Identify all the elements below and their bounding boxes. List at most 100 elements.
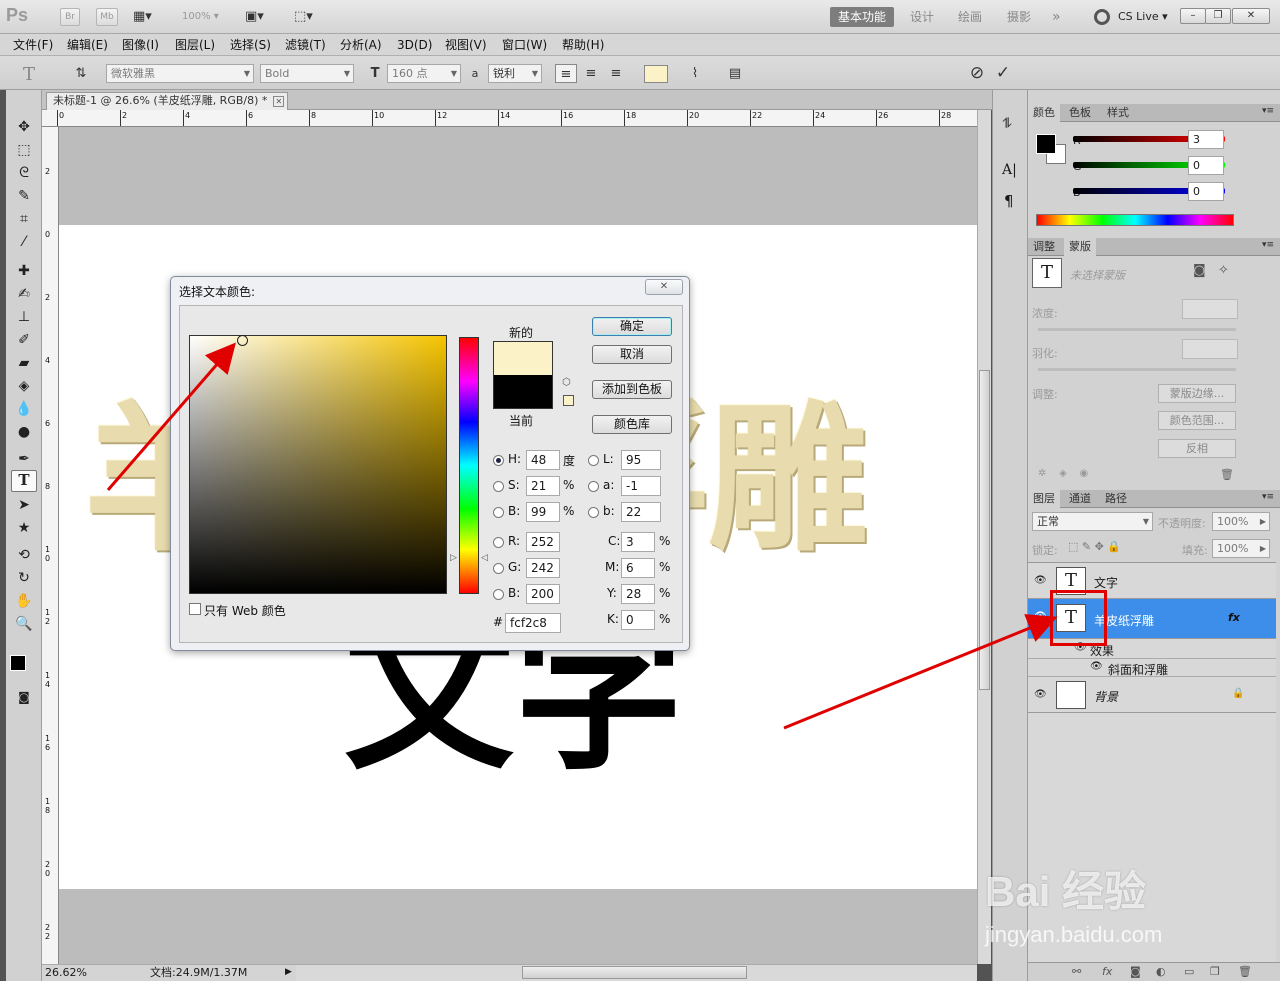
lab-b-radio[interactable] bbox=[588, 507, 599, 518]
dialog-close-button[interactable]: ✕ bbox=[645, 279, 683, 295]
anti-alias-dropdown[interactable]: 锐利 ▼ bbox=[488, 64, 542, 83]
screen-mode-icon[interactable]: ⬚▾ bbox=[294, 8, 324, 26]
font-style-dropdown[interactable]: Bold ▼ bbox=[260, 64, 354, 83]
panel-menu-icon[interactable]: ▾≡ bbox=[1262, 492, 1274, 502]
foreground-color-swatch[interactable] bbox=[10, 655, 26, 671]
workspace-painting[interactable]: 绘画 bbox=[950, 7, 990, 27]
healing-brush-tool-icon[interactable]: ✚ bbox=[11, 260, 37, 282]
menu-analysis[interactable]: 分析(A) bbox=[340, 37, 382, 53]
lock-icons[interactable]: ⬚ ✎ ✥ 🔒 bbox=[1068, 540, 1121, 553]
current-color-preview[interactable] bbox=[493, 375, 553, 409]
adjustment-layer-icon[interactable]: ◐ bbox=[1156, 965, 1166, 978]
s-radio[interactable] bbox=[493, 481, 504, 492]
web-safe-swatch[interactable] bbox=[563, 395, 574, 406]
menu-filter[interactable]: 滤镜(T) bbox=[285, 37, 326, 53]
zoom-readout[interactable]: 26.62% bbox=[45, 965, 87, 980]
y-field[interactable]: 28 bbox=[621, 584, 655, 604]
pixel-mask-icon[interactable]: ◙ bbox=[1193, 263, 1206, 278]
tab-swatches[interactable]: 色板 bbox=[1064, 104, 1096, 122]
delete-layer-icon[interactable]: 🗑 bbox=[1238, 965, 1252, 978]
quick-mask-icon[interactable]: ◙ bbox=[11, 686, 37, 708]
tab-paths[interactable]: 路径 bbox=[1100, 490, 1132, 508]
minimize-button[interactable]: – bbox=[1180, 8, 1206, 24]
lab-b-field[interactable]: 22 bbox=[621, 502, 661, 522]
tab-channels[interactable]: 通道 bbox=[1064, 490, 1096, 508]
invert-button[interactable]: 反相 bbox=[1158, 439, 1236, 458]
tab-adjustments[interactable]: 调整 bbox=[1028, 238, 1060, 256]
vector-mask-icon[interactable]: ✧ bbox=[1218, 263, 1229, 278]
panel-menu-icon[interactable]: ▾≡ bbox=[1262, 240, 1274, 250]
bridge-button[interactable]: Br bbox=[60, 8, 80, 26]
eye-icon[interactable]: 👁 bbox=[1034, 611, 1048, 623]
menu-file[interactable]: 文件(F) bbox=[13, 37, 53, 53]
history-brush-tool-icon[interactable]: ✐ bbox=[11, 329, 37, 351]
l-field[interactable]: 95 bbox=[621, 450, 661, 470]
color-picker-cursor[interactable] bbox=[237, 335, 248, 346]
cs-live-menu[interactable]: CS Live ▾ bbox=[1118, 10, 1168, 23]
eye-icon[interactable]: 👁 bbox=[1090, 661, 1103, 672]
b-value-field[interactable]: 0 bbox=[1188, 182, 1224, 201]
g-value-field[interactable]: 0 bbox=[1188, 156, 1224, 175]
link-layers-icon[interactable]: ⚯ bbox=[1072, 965, 1081, 978]
type-tool-icon[interactable]: T bbox=[11, 470, 37, 492]
close-window-button[interactable]: ✕ bbox=[1232, 8, 1270, 24]
eye-icon[interactable]: 👁 bbox=[1034, 575, 1048, 587]
color-fg-swatch[interactable] bbox=[1036, 134, 1056, 154]
paragraph-panel-icon[interactable]: ¶ bbox=[1004, 192, 1014, 210]
brightness-field[interactable]: 99 bbox=[526, 502, 560, 522]
zoom-tool-icon[interactable]: 🔍 bbox=[11, 613, 37, 635]
workspace-photography[interactable]: 摄影 bbox=[999, 7, 1039, 27]
status-menu-arrow-icon[interactable]: ▶ bbox=[285, 965, 292, 980]
view-extras-icon[interactable]: ▦▾ bbox=[133, 8, 163, 26]
tab-masks[interactable]: 蒙版 bbox=[1064, 238, 1096, 256]
b-radio[interactable] bbox=[493, 589, 504, 600]
vertical-scrollbar[interactable] bbox=[977, 110, 991, 964]
menu-select[interactable]: 选择(S) bbox=[230, 37, 271, 53]
character-panel-icon[interactable]: A| bbox=[1002, 162, 1017, 178]
hue-slider[interactable] bbox=[459, 337, 479, 594]
menu-help[interactable]: 帮助(H) bbox=[562, 37, 604, 53]
menu-window[interactable]: 窗口(W) bbox=[502, 37, 547, 53]
m-field[interactable]: 6 bbox=[621, 558, 655, 578]
add-mask-icon[interactable]: ◙ bbox=[1130, 965, 1141, 978]
font-size-dropdown[interactable]: 160 点 ▼ bbox=[387, 64, 461, 83]
fill-field[interactable]: 100% ▶ bbox=[1212, 539, 1270, 558]
mask-edge-button[interactable]: 蒙版边缘... bbox=[1158, 384, 1236, 403]
a-radio[interactable] bbox=[588, 481, 599, 492]
brush-tool-icon[interactable]: ✍ bbox=[11, 283, 37, 305]
text-color-swatch[interactable] bbox=[644, 65, 668, 83]
workspace-essentials[interactable]: 基本功能 bbox=[830, 7, 895, 27]
align-center-icon[interactable]: ≡ bbox=[580, 64, 602, 83]
h-field[interactable]: 48 bbox=[526, 450, 560, 470]
s-field[interactable]: 21 bbox=[526, 476, 560, 496]
eyedropper-tool-icon[interactable]: ⁄ bbox=[11, 231, 37, 253]
c-field[interactable]: 3 bbox=[621, 532, 655, 552]
crop-tool-icon[interactable]: ⌗ bbox=[11, 208, 37, 230]
mini-bridge-button[interactable]: Mb bbox=[96, 8, 118, 26]
h-radio[interactable] bbox=[493, 455, 504, 466]
lasso-tool-icon[interactable]: ᘓ bbox=[11, 162, 37, 184]
warp-text-icon[interactable]: ⌇ bbox=[684, 64, 706, 83]
color-spectrum-bar[interactable] bbox=[1036, 214, 1234, 226]
effect-item-row[interactable]: 👁 斜面和浮雕 bbox=[1028, 659, 1276, 677]
dodge-tool-icon[interactable]: ● bbox=[11, 421, 37, 443]
new-layer-icon[interactable]: ❐ bbox=[1210, 965, 1220, 978]
web-colors-checkbox[interactable] bbox=[189, 603, 201, 615]
delete-mask-icon[interactable]: 🗑 bbox=[1220, 468, 1234, 481]
3d-rotate-tool-icon[interactable]: ⟲ bbox=[11, 544, 37, 566]
a-field[interactable]: -1 bbox=[621, 476, 661, 496]
menu-layer[interactable]: 图层(L) bbox=[175, 37, 215, 53]
blur-tool-icon[interactable]: 💧 bbox=[11, 398, 37, 420]
3d-orbit-tool-icon[interactable]: ↻ bbox=[11, 567, 37, 589]
clone-stamp-tool-icon[interactable]: ⊥ bbox=[11, 306, 37, 328]
r-field[interactable]: 252 bbox=[526, 532, 560, 552]
workspace-more-button[interactable]: » bbox=[1044, 7, 1069, 27]
r-value-field[interactable]: 3 bbox=[1188, 130, 1224, 149]
arrange-documents-icon[interactable]: ▣▾ bbox=[245, 8, 275, 26]
menu-edit[interactable]: 编辑(E) bbox=[67, 37, 108, 53]
eye-icon[interactable]: 👁 bbox=[1034, 689, 1048, 701]
cancel-button[interactable]: 取消 bbox=[592, 345, 672, 364]
paint-bucket-tool-icon[interactable]: ◈ bbox=[11, 375, 37, 397]
tab-layers[interactable]: 图层 bbox=[1028, 490, 1060, 508]
color-libraries-button[interactable]: 颜色库 bbox=[592, 415, 672, 434]
